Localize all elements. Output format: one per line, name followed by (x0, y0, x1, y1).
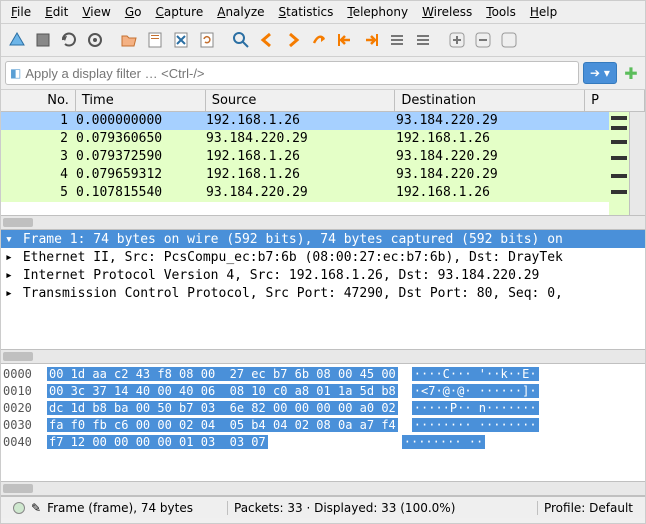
byte-row[interactable]: 001000 3c 37 14 40 00 40 06 08 10 c0 a8 … (3, 383, 643, 400)
bookmark-icon[interactable]: ◧ (10, 66, 21, 80)
byte-row[interactable]: 0040f7 12 00 00 00 00 01 03 03 07·······… (3, 434, 643, 451)
menu-file[interactable]: File (5, 3, 37, 21)
packet-minimap[interactable] (609, 112, 629, 215)
zoom-reset-icon[interactable] (497, 28, 521, 52)
packet-hscrollbar[interactable] (1, 215, 645, 229)
packet-row[interactable]: 30.079372590192.168.1.2693.184.220.29 (1, 148, 645, 166)
menu-capture[interactable]: Capture (149, 3, 209, 21)
col-header-protocol[interactable]: P (585, 90, 645, 111)
reload-icon[interactable] (195, 28, 219, 52)
apply-filter-button[interactable]: ➔ ▾ (583, 62, 617, 84)
status-packets: Packets: 33 · Displayed: 33 (100.0%) (227, 501, 537, 515)
packet-row[interactable]: 50.10781554093.184.220.29192.168.1.26 (1, 184, 645, 202)
statusbar: ✎ Frame (frame), 74 bytes Packets: 33 · … (1, 496, 645, 518)
restart-icon[interactable] (57, 28, 81, 52)
colorize-icon[interactable] (411, 28, 435, 52)
prev-icon[interactable] (255, 28, 279, 52)
packet-details-panel[interactable]: ▾ Frame 1: 74 bytes on wire (592 bits), … (1, 230, 645, 364)
edit-icon[interactable]: ✎ (31, 501, 41, 515)
jump-icon[interactable] (307, 28, 331, 52)
first-icon[interactable] (333, 28, 357, 52)
fin-icon[interactable] (5, 28, 29, 52)
detail-row[interactable]: ▾ Frame 1: 74 bytes on wire (592 bits), … (1, 230, 645, 248)
packet-list-header[interactable]: No. Time Source Destination P (1, 90, 645, 112)
status-profile[interactable]: Profile: Default (537, 501, 639, 515)
menu-statistics[interactable]: Statistics (273, 3, 340, 21)
packet-row[interactable]: 10.000000000192.168.1.2693.184.220.29 (1, 112, 645, 130)
zoom-out-icon[interactable] (471, 28, 495, 52)
byte-rows[interactable]: 000000 1d aa c2 43 f8 08 00 27 ec b7 6b … (1, 364, 645, 481)
detail-rows[interactable]: ▾ Frame 1: 74 bytes on wire (592 bits), … (1, 230, 645, 349)
status-frame: Frame (frame), 74 bytes (47, 501, 193, 515)
menu-tools[interactable]: Tools (480, 3, 522, 21)
detail-row[interactable]: ▸ Internet Protocol Version 4, Src: 192.… (1, 266, 645, 284)
menu-edit[interactable]: Edit (39, 3, 74, 21)
stop-icon[interactable] (31, 28, 55, 52)
details-hscrollbar[interactable] (1, 349, 645, 363)
menu-help[interactable]: Help (524, 3, 563, 21)
detail-row[interactable]: ▸ Transmission Control Protocol, Src Por… (1, 284, 645, 302)
menubar: FileEditViewGoCaptureAnalyzeStatisticsTe… (1, 1, 645, 24)
byte-row[interactable]: 0020dc 1d b8 ba 00 50 b7 03 6e 82 00 00 … (3, 400, 643, 417)
byte-row[interactable]: 000000 1d aa c2 43 f8 08 00 27 ec b7 6b … (3, 366, 643, 383)
close-icon[interactable] (169, 28, 193, 52)
bytes-hscrollbar[interactable] (1, 481, 645, 495)
col-header-time[interactable]: Time (76, 90, 206, 111)
col-header-no[interactable]: No. (1, 90, 76, 111)
add-filter-button[interactable]: ✚ (621, 63, 641, 83)
packet-row[interactable]: 40.079659312192.168.1.2693.184.220.29 (1, 166, 645, 184)
expert-info-icon[interactable] (13, 502, 25, 514)
next-icon[interactable] (281, 28, 305, 52)
menu-view[interactable]: View (76, 3, 116, 21)
filter-input-container[interactable]: ◧ (5, 61, 579, 85)
save-icon[interactable] (143, 28, 167, 52)
autoscroll-icon[interactable] (385, 28, 409, 52)
detail-row[interactable]: ▸ Ethernet II, Src: PcsCompu_ec:b7:6b (0… (1, 248, 645, 266)
find-icon[interactable] (229, 28, 253, 52)
packet-vscrollbar[interactable] (629, 112, 645, 215)
open-icon[interactable] (117, 28, 141, 52)
menu-wireless[interactable]: Wireless (416, 3, 478, 21)
menu-analyze[interactable]: Analyze (211, 3, 270, 21)
filter-input[interactable] (25, 66, 574, 81)
byte-row[interactable]: 0030fa f0 fb c6 00 00 02 04 05 b4 04 02 … (3, 417, 643, 434)
packet-rows[interactable]: 10.000000000192.168.1.2693.184.220.2920.… (1, 112, 645, 215)
last-icon[interactable] (359, 28, 383, 52)
toolbar (1, 24, 645, 57)
packet-list-panel: No. Time Source Destination P 10.0000000… (1, 90, 645, 230)
menu-go[interactable]: Go (119, 3, 148, 21)
filter-bar: ◧ ➔ ▾ ✚ (1, 57, 645, 90)
packet-bytes-panel[interactable]: 000000 1d aa c2 43 f8 08 00 27 ec b7 6b … (1, 364, 645, 496)
menu-telephony[interactable]: Telephony (341, 3, 414, 21)
packet-row[interactable]: 20.07936065093.184.220.29192.168.1.26 (1, 130, 645, 148)
col-header-destination[interactable]: Destination (395, 90, 585, 111)
col-header-source[interactable]: Source (206, 90, 396, 111)
options-icon[interactable] (83, 28, 107, 52)
zoom-in-icon[interactable] (445, 28, 469, 52)
